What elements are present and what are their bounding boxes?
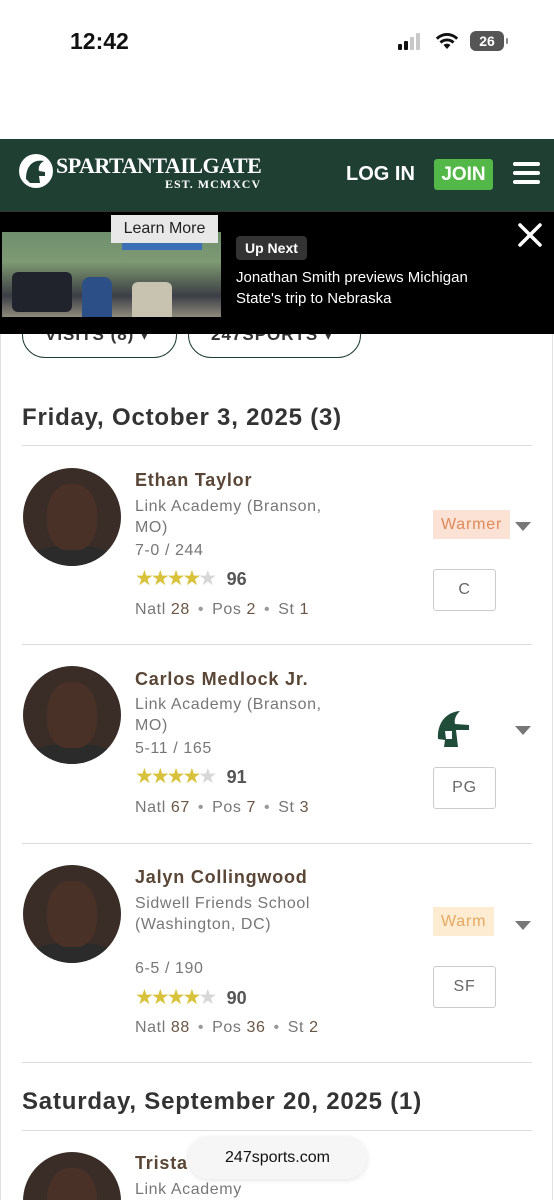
date-heading: Friday, October 3, 2025 (3) <box>22 404 342 431</box>
status-badge: Warm <box>433 907 495 936</box>
site-header: SPARTANTAILGATE EST. MCMXCV LOG IN JOIN <box>0 139 554 212</box>
logo-title[interactable]: SPARTANTAILGATE <box>56 153 262 179</box>
player-name[interactable]: Trista <box>135 1153 188 1174</box>
star-rating: ★★★★★ 90 <box>135 987 247 1009</box>
natl-rank: 28 <box>170 601 190 618</box>
status-time: 12:42 <box>70 28 129 54</box>
rating-value: 90 <box>226 988 247 1008</box>
star-rating: ★★★★★ 96 <box>135 568 247 590</box>
logo-subtitle: EST. MCMXCV <box>165 177 262 191</box>
player-measurements: 7-0 / 244 <box>135 542 204 559</box>
chevron-down-icon[interactable] <box>515 726 531 735</box>
player-name[interactable]: Carlos Medlock Jr. <box>135 669 308 690</box>
pos-rank: 7 <box>246 799 257 816</box>
wifi-icon <box>435 33 459 49</box>
avatar[interactable] <box>23 666 121 764</box>
date-heading: Saturday, September 20, 2025 (1) <box>22 1088 422 1115</box>
star-rating: ★★★★★ 91 <box>135 766 247 788</box>
position-badge: C <box>433 569 496 611</box>
player-measurements: 6-5 / 190 <box>135 960 204 977</box>
star-icon: ★ <box>198 765 218 788</box>
learn-more-button[interactable]: Learn More <box>111 215 218 243</box>
avatar[interactable] <box>23 1152 121 1200</box>
pos-rank: 2 <box>246 601 257 618</box>
cellular-signal-icon <box>398 33 424 50</box>
rating-value: 96 <box>226 569 247 589</box>
player-measurements: 5-11 / 165 <box>135 740 212 757</box>
player-school: Sidwell Friends School (Washington, DC) <box>135 895 311 933</box>
player-ranks: Natl 28 • Pos 2 • St 1 <box>135 601 310 618</box>
player-ranks: Natl 88 • Pos 36 • St 2 <box>135 1019 319 1036</box>
position-badge: PG <box>433 767 496 809</box>
player-ranks: Natl 67 • Pos 7 • St 3 <box>135 799 310 816</box>
natl-rank: 88 <box>170 1019 190 1036</box>
chevron-down-icon[interactable] <box>515 921 531 930</box>
player-school: Link Academy (Branson, MO) <box>135 498 322 536</box>
state-rank: 3 <box>299 799 310 816</box>
video-thumbnail[interactable] <box>2 232 221 317</box>
player-school: Link Academy <box>135 1181 242 1198</box>
star-icon: ★ <box>198 567 218 590</box>
state-rank: 2 <box>309 1019 319 1036</box>
video-title[interactable]: Jonathan Smith previews Michigan State's… <box>236 267 498 309</box>
spartan-helmet-icon <box>437 711 469 747</box>
rating-value: 91 <box>226 767 247 787</box>
spartan-logo-icon[interactable] <box>18 153 54 189</box>
login-button[interactable]: LOG IN <box>346 163 415 186</box>
state-rank: 1 <box>299 601 310 618</box>
join-button[interactable]: JOIN <box>434 159 493 190</box>
menu-icon[interactable] <box>513 162 540 184</box>
status-bar: 12:42 26 <box>0 0 554 82</box>
player-school: Link Academy (Branson, MO) <box>135 696 322 734</box>
avatar[interactable] <box>23 865 121 963</box>
pos-rank: 36 <box>246 1019 266 1036</box>
status-badge: Warmer <box>433 510 511 539</box>
player-name[interactable]: Jalyn Collingwood <box>135 867 308 888</box>
chevron-down-icon[interactable] <box>515 522 531 531</box>
battery-icon: 26 <box>470 31 508 51</box>
close-icon[interactable] <box>516 221 544 249</box>
natl-rank: 67 <box>170 799 190 816</box>
player-name[interactable]: Ethan Taylor <box>135 470 252 491</box>
url-bar[interactable]: 247sports.com <box>188 1137 367 1179</box>
up-next-badge: Up Next <box>236 236 307 260</box>
position-badge: SF <box>433 966 496 1008</box>
video-banner[interactable]: Learn More Up Next Jonathan Smith previe… <box>0 211 554 334</box>
avatar[interactable] <box>23 468 121 566</box>
star-icon: ★ <box>198 986 218 1009</box>
